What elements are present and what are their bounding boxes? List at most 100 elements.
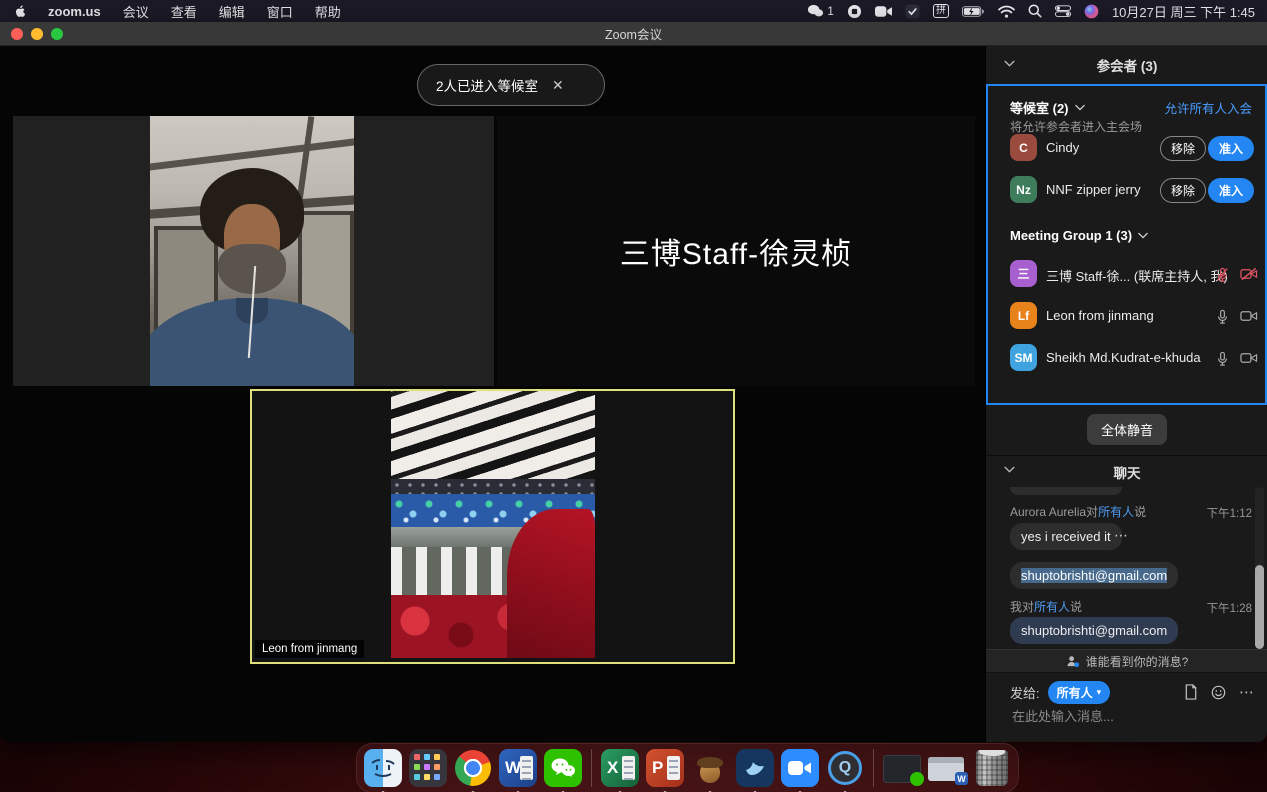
camera-icon[interactable] xyxy=(1240,351,1258,370)
zoom-app-icon[interactable] xyxy=(781,749,819,787)
task-check-icon[interactable] xyxy=(905,4,920,19)
send-to-dropdown[interactable]: 所有人 ▾ xyxy=(1048,681,1111,704)
meta-prefix: 对 xyxy=(1022,600,1034,614)
chat-bubble[interactable]: yes i received it xyxy=(1010,523,1122,550)
window-content: 2人已进入等候室 ✕ xyxy=(0,46,1267,742)
menu-view[interactable]: 查看 xyxy=(160,0,208,22)
side-panel: 参会者 (3) 等候室 (2) 允许所有人入会 将允许参会者进入主会场 C Ci… xyxy=(985,46,1267,742)
word-icon[interactable]: W xyxy=(499,749,537,787)
recipient-link[interactable]: 所有人 xyxy=(1098,505,1134,519)
input-method-icon[interactable]: 拼 xyxy=(933,4,949,18)
apple-menu-icon[interactable] xyxy=(14,4,27,18)
wifi-icon[interactable] xyxy=(998,5,1015,18)
collapse-participants-icon[interactable] xyxy=(1004,60,1015,67)
menu-edit[interactable]: 编辑 xyxy=(208,0,256,22)
chat-bubble-partial xyxy=(1010,487,1122,495)
chat-privacy-banner[interactable]: 谁能看到你的消息? xyxy=(986,649,1267,673)
participant-display-name: 三博Staff-徐灵桢 xyxy=(620,229,852,273)
mic-muted-icon[interactable] xyxy=(1215,267,1230,288)
screen-record-icon[interactable] xyxy=(847,4,862,19)
chat-scrollbar-thumb[interactable] xyxy=(1255,565,1264,649)
powerpoint-icon[interactable]: P xyxy=(646,749,684,787)
launchpad-icon[interactable] xyxy=(409,749,447,787)
meta-suffix: 说 xyxy=(1134,505,1146,519)
collapse-chat-icon[interactable] xyxy=(1004,466,1015,473)
participant-row: 三 三博 Staff-徐... (联席主持人, 我) xyxy=(986,260,1267,290)
wechat-badge: 1 xyxy=(827,4,834,18)
battery-icon[interactable] xyxy=(962,6,985,17)
waiting-row: Nz NNF zipper jerry 移除 准入 xyxy=(986,176,1267,206)
meeting-group-header[interactable]: Meeting Group 1 (3) xyxy=(1010,228,1148,243)
quicktime-letter: Q xyxy=(839,759,851,777)
spotlight-search-icon[interactable] xyxy=(1028,4,1042,18)
video-tile-active-speaker[interactable]: Leon from jinmang xyxy=(250,389,735,664)
admit-button[interactable]: 准入 xyxy=(1208,178,1254,203)
sender-name: 我 xyxy=(1010,600,1022,614)
excel-icon[interactable]: X xyxy=(601,749,639,787)
remove-button[interactable]: 移除 xyxy=(1160,136,1206,161)
macos-menubar: zoom.us 会议 查看 编辑 窗口 帮助 1 拼 xyxy=(0,0,1267,22)
participant-row: Lf Leon from jinmang xyxy=(986,302,1267,332)
chevron-down-icon xyxy=(1138,232,1148,239)
chat-message-meta: 我对所有人说 xyxy=(1010,598,1082,615)
recipient-link[interactable]: 所有人 xyxy=(1034,600,1070,614)
chat-header: 聊天 xyxy=(986,455,1267,488)
notification-close-icon[interactable]: ✕ xyxy=(552,77,564,94)
chat-bubble-mine[interactable]: shuptobrishti@gmail.com xyxy=(1010,617,1178,644)
bird-app-icon[interactable] xyxy=(736,749,774,787)
mute-all-button[interactable]: 全体静音 xyxy=(1087,414,1167,445)
chat-message-list: Aurora Aurelia对所有人说 下午1:12 yes i receive… xyxy=(986,487,1267,649)
menubar-app-name[interactable]: zoom.us xyxy=(37,0,112,22)
waiting-room-header[interactable]: 等候室 (2) xyxy=(1010,98,1085,117)
waiting-room-notification: 2人已进入等候室 ✕ xyxy=(417,64,605,106)
trash-icon[interactable] xyxy=(973,749,1011,787)
message-more-icon[interactable]: ⋯ xyxy=(1114,527,1128,544)
powerpoint-letter: P xyxy=(652,758,663,778)
chevron-down-icon xyxy=(1075,104,1085,111)
avatar: 三 xyxy=(1010,260,1037,287)
remove-button[interactable]: 移除 xyxy=(1160,178,1206,203)
nutstore-acorn-icon[interactable] xyxy=(691,749,729,787)
camera-muted-icon[interactable] xyxy=(1240,267,1258,286)
file-attach-icon[interactable] xyxy=(1184,684,1198,700)
video-tile-self[interactable] xyxy=(13,116,494,386)
window-titlebar: Zoom会议 xyxy=(0,22,1267,46)
chrome-icon[interactable] xyxy=(454,749,492,787)
video-name-label: Leon from jinmang xyxy=(255,640,364,658)
chat-input[interactable] xyxy=(1010,708,1234,725)
minimized-word-window[interactable]: W xyxy=(928,749,966,787)
wechat-icon[interactable] xyxy=(544,749,582,787)
send-to-label: 发给: xyxy=(1010,683,1040,702)
participant-row: SM Sheikh Md.Kudrat-e-khuda xyxy=(986,344,1267,374)
menu-window[interactable]: 窗口 xyxy=(256,0,304,22)
finder-icon[interactable] xyxy=(364,749,402,787)
chat-bubble[interactable]: shuptobrishti@gmail.com xyxy=(1010,562,1178,589)
selected-text[interactable]: shuptobrishti@gmail.com xyxy=(1021,568,1167,583)
menu-meeting[interactable]: 会议 xyxy=(112,0,160,22)
quicktime-icon[interactable]: Q xyxy=(826,749,864,787)
red-drape xyxy=(507,509,595,658)
ceiling-beam xyxy=(150,135,354,171)
mic-icon[interactable] xyxy=(1215,309,1230,330)
mic-icon[interactable] xyxy=(1215,351,1230,372)
avatar: C xyxy=(1010,134,1037,161)
chat-title: 聊天 xyxy=(1114,462,1141,482)
zoom-window: Zoom会议 2人已进入等候室 ✕ xyxy=(0,22,1267,742)
admit-all-link[interactable]: 允许所有人入会 xyxy=(1164,98,1252,117)
waiting-room-hint: 将允许参会者进入主会场 xyxy=(1010,118,1142,135)
minimized-wechat-window[interactable] xyxy=(883,749,921,787)
compose-icons: ⋯ xyxy=(1184,683,1254,701)
camera-icon[interactable] xyxy=(1240,309,1258,328)
menubar-clock[interactable]: 10月27日 周三 下午 1:45 xyxy=(1112,2,1255,21)
more-options-icon[interactable]: ⋯ xyxy=(1239,683,1254,701)
admit-button[interactable]: 准入 xyxy=(1208,136,1254,161)
siri-icon[interactable] xyxy=(1084,4,1099,19)
camera-status-icon[interactable] xyxy=(875,5,892,18)
menu-help[interactable]: 帮助 xyxy=(304,0,352,22)
chat-message-meta: Aurora Aurelia对所有人说 xyxy=(1010,503,1146,520)
control-center-icon[interactable] xyxy=(1055,5,1071,17)
emoji-icon[interactable] xyxy=(1211,685,1226,700)
wechat-status-icon[interactable]: 1 xyxy=(807,4,834,18)
video-tile-remote[interactable]: 三博Staff-徐灵桢 xyxy=(497,116,975,386)
message-time: 下午1:28 xyxy=(1207,600,1252,616)
